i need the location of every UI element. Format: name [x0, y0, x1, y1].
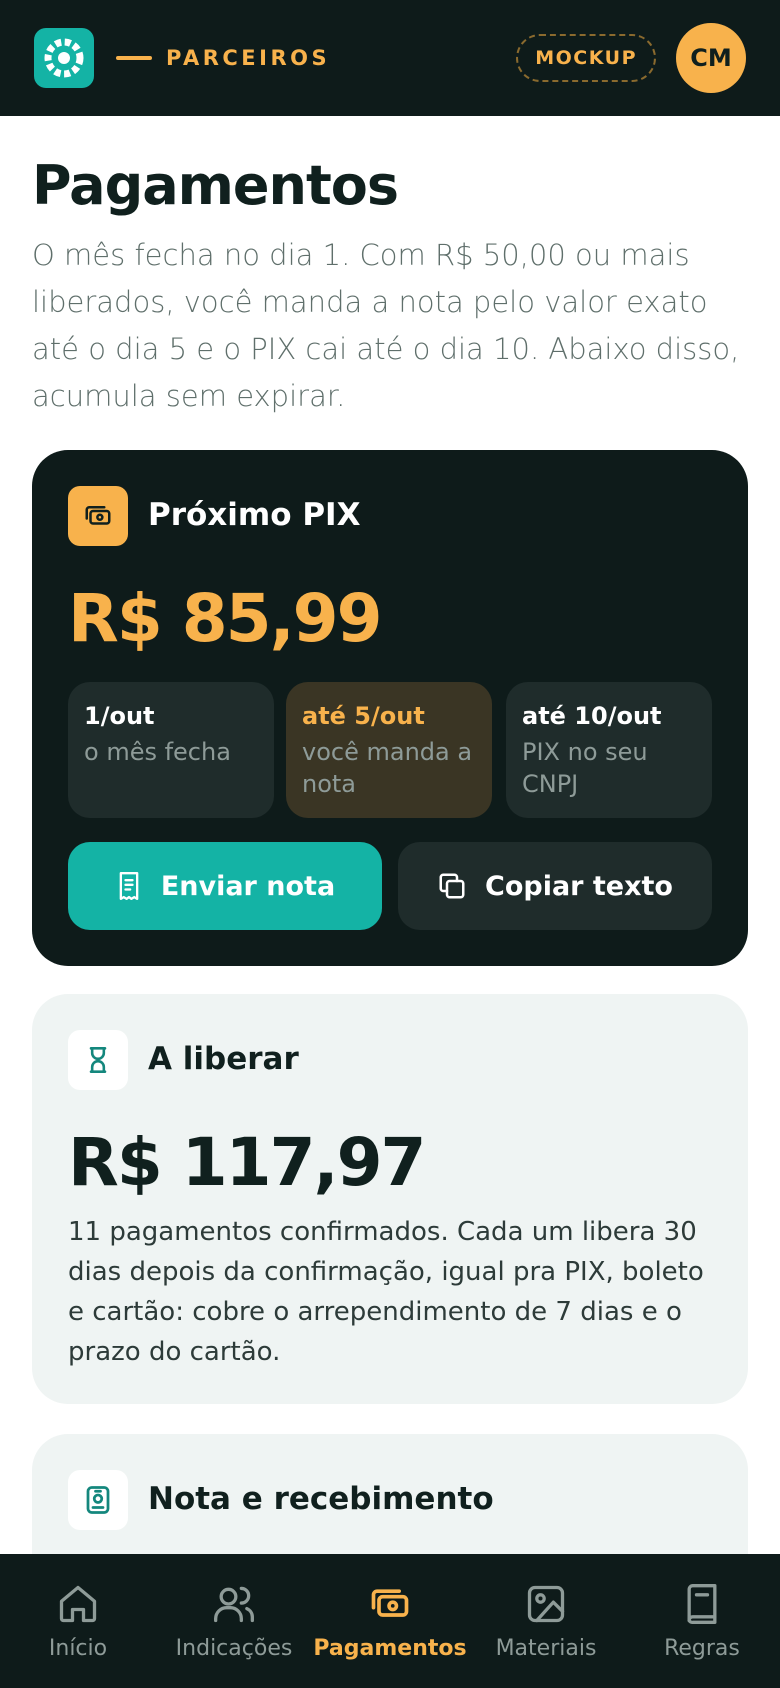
- send-invoice-button[interactable]: Enviar nota: [68, 842, 382, 930]
- nav-label: Materiais: [495, 1635, 597, 1661]
- step-send-invoice: até 5/out você manda a nota: [286, 682, 492, 818]
- brand-name: PARCEIROS: [166, 46, 331, 70]
- step-subtitle: o mês fecha: [84, 738, 231, 766]
- step-title: até 5/out: [302, 702, 425, 730]
- money-icon: [371, 1588, 409, 1617]
- pix-amount: R$ 85,99: [68, 580, 382, 657]
- nav-label: Indicações: [175, 1635, 293, 1661]
- nav-item-indicacoes[interactable]: Indicações: [156, 1554, 312, 1688]
- nav-item-materiais[interactable]: Materiais: [468, 1554, 624, 1688]
- step-month-close: 1/out o mês fecha: [68, 682, 274, 818]
- image-icon: [527, 1585, 565, 1622]
- copy-text-button[interactable]: Copiar texto: [398, 842, 712, 930]
- send-invoice-label: Enviar nota: [160, 870, 336, 902]
- brand-divider: [116, 56, 152, 60]
- card-title: A liberar: [148, 1041, 299, 1077]
- nav-label: Pagamentos: [313, 1635, 467, 1661]
- step-title: até 10/out: [522, 702, 662, 730]
- step-pix-payment: até 10/out PIX no seu CNPJ: [506, 682, 712, 818]
- step-subtitle: PIX no seu CNPJ: [522, 738, 648, 798]
- hourglass-icon: [68, 1030, 128, 1090]
- page-description: O mês fecha no dia 1. Com R$ 50,00 ou ma…: [32, 238, 740, 413]
- next-pix-card: Próximo PIX R$ 85,99 1/out o mês fecha a…: [32, 450, 748, 966]
- nav-item-regras[interactable]: Regras: [624, 1554, 780, 1688]
- step-subtitle: você manda a nota: [302, 738, 473, 798]
- book-icon: [687, 1583, 717, 1624]
- copy-text-label: Copiar texto: [485, 870, 673, 902]
- money-icon: [68, 486, 128, 546]
- app-header: PARCEIROS MOCKUP CM: [0, 0, 780, 116]
- receipt-icon: [119, 872, 139, 900]
- release-amount: R$ 117,97: [68, 1124, 426, 1201]
- nav-item-inicio[interactable]: Início: [0, 1554, 156, 1688]
- nav-label: Regras: [664, 1635, 740, 1661]
- nav-label: Início: [48, 1635, 108, 1661]
- home-icon: [59, 1585, 97, 1622]
- release-description: 11 pagamentos confirmados. Cada um liber…: [68, 1217, 704, 1367]
- nav-item-pagamentos[interactable]: Pagamentos: [312, 1554, 468, 1688]
- mockup-badge: MOCKUP: [516, 34, 656, 82]
- logo-icon[interactable]: [34, 28, 94, 88]
- bottom-navigation: Início Indicações Pagamentos Materiais R…: [0, 1554, 780, 1688]
- copy-icon: [439, 873, 465, 899]
- pending-release-card: A liberar R$ 117,97 11 pagamentos confir…: [32, 994, 748, 1404]
- card-title: Próximo PIX: [148, 497, 361, 533]
- avatar[interactable]: CM: [676, 23, 746, 93]
- id-card-icon: [68, 1470, 128, 1530]
- step-title: 1/out: [84, 702, 155, 730]
- page-title: Pagamentos: [32, 154, 399, 217]
- card-title: Nota e recebimento: [148, 1481, 494, 1517]
- users-icon: [214, 1586, 254, 1622]
